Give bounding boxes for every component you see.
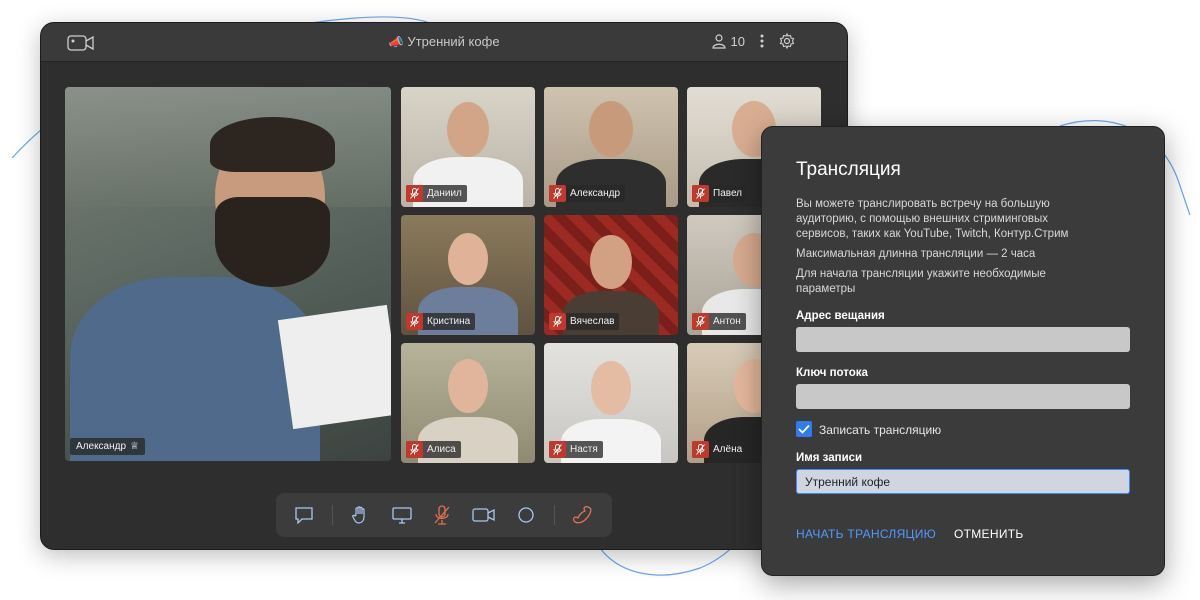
dialog-description: Вы можете транслировать встречу на больш… [796,198,1069,240]
participant-tile[interactable]: Кристина [401,215,535,335]
camera-icon [472,508,495,522]
hang-up-button[interactable] [570,504,594,526]
crown-icon: ♕ [130,441,140,452]
mic-off-icon [692,313,709,330]
max-duration-text: Максимальная длинна трансляции — 2 часа [796,248,1036,260]
raise-hand-button[interactable] [348,504,372,526]
mic-off-icon [406,185,423,202]
meeting-title-text: Утренний кофе [407,34,500,49]
participant-name: Павел [713,188,743,199]
title-bar: 📣 Утренний кофе 10 [41,23,847,62]
participant-name: Кристина [427,316,471,327]
participant-tile[interactable]: Алиса [401,343,535,463]
phone-hangup-icon [572,506,592,524]
mic-off-icon [692,185,709,202]
broadcast-address-input[interactable] [796,327,1130,352]
record-name-input[interactable] [796,469,1130,494]
mic-off-icon [406,313,423,330]
speaker-name-label: Александр ♕ [70,438,146,455]
call-controls-bar [276,493,612,537]
broadcast-dialog: Трансляция Вы можете транслировать встре… [761,126,1165,576]
start-broadcast-button[interactable]: НАЧАТЬ ТРАНСЛЯЦИЮ [796,527,936,541]
participant-tile[interactable]: Настя [544,343,678,463]
participants-button[interactable]: 10 [711,33,745,49]
record-circle-icon [518,507,534,523]
record-name-label: Имя записи [796,452,863,464]
microphone-off-icon [434,505,450,525]
participants-count: 10 [730,33,745,49]
participant-name: Алиса [427,444,456,455]
chat-icon [295,507,313,524]
participants-icon [711,34,726,49]
mic-off-icon [549,313,566,330]
hand-icon [352,506,365,524]
record-button[interactable] [514,504,538,526]
participant-name: Даниил [427,188,462,199]
broadcast-icon: 📣 [388,35,404,49]
participant-name: Вячеслав [570,316,615,327]
main-speaker-photo [65,87,391,461]
cancel-button[interactable]: ОТМЕНИТЬ [954,527,1024,541]
screen-share-button[interactable] [390,504,414,526]
participant-name: Алёна [713,444,743,455]
participant-tile[interactable]: Вячеслав [544,215,678,335]
stream-key-input[interactable] [796,384,1130,409]
mic-off-icon [549,185,566,202]
mic-off-icon [549,441,566,458]
video-call-window: 📣 Утренний кофе 10 Александр ♕ Даниил Ал… [40,22,848,550]
participant-name: Антон [713,316,741,327]
stream-key-label: Ключ потока [796,367,868,379]
speaker-name: Александр [76,441,127,452]
main-speaker-video[interactable]: Александр ♕ [65,87,391,461]
monitor-icon [392,507,412,524]
address-label: Адрес вещания [796,310,885,322]
record-broadcast-label: Записать трансляцию [819,423,942,437]
participant-name: Александр [570,188,621,199]
record-broadcast-checkbox[interactable] [796,421,812,437]
mic-off-icon [406,441,423,458]
dialog-title: Трансляция [796,159,901,180]
participant-tile[interactable]: Даниил [401,87,535,207]
instruction-text: Для начала трансляции укажите необходимы… [796,268,1046,295]
more-options-icon[interactable] [759,33,765,49]
camera-toggle-button[interactable] [472,504,496,526]
checkmark-icon [798,424,810,434]
participant-name: Настя [570,444,598,455]
microphone-toggle-button[interactable] [430,504,454,526]
chat-button[interactable] [292,504,316,526]
settings-gear-icon[interactable] [779,33,795,49]
participant-tile[interactable]: Александр [544,87,678,207]
mic-off-icon [692,441,709,458]
